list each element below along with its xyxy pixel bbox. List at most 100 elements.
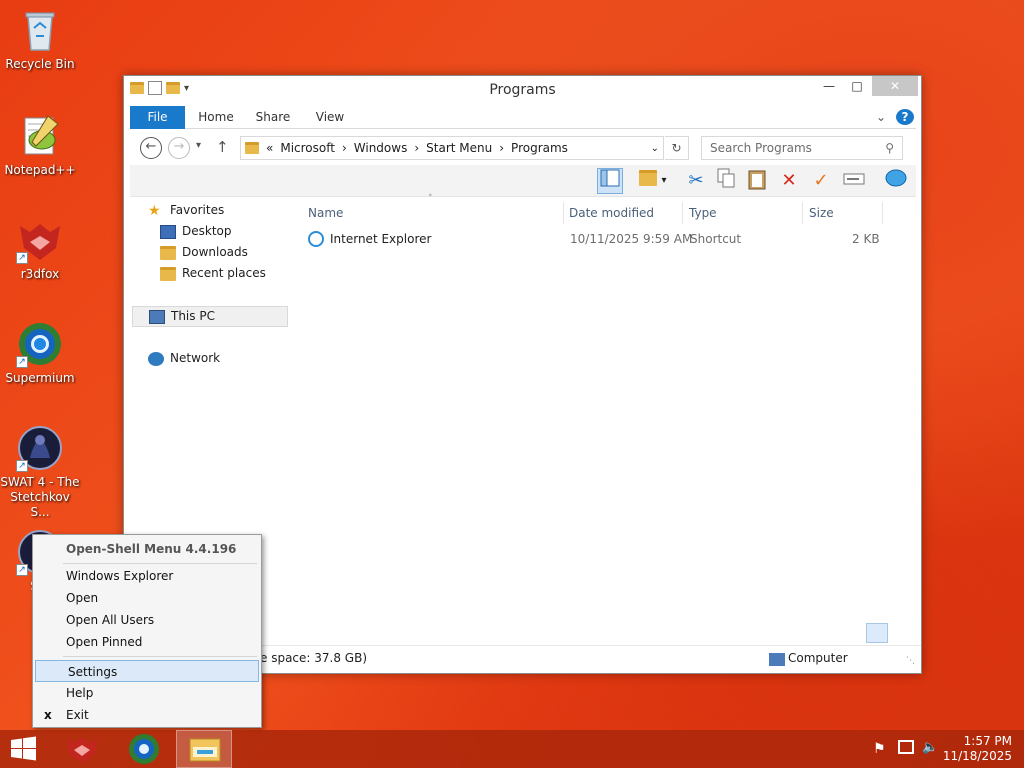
tab-file[interactable]: File bbox=[130, 106, 185, 129]
swat4-icon: ↗ bbox=[16, 424, 64, 472]
volume-muted-icon[interactable]: 🔈 bbox=[922, 740, 938, 755]
menu-item-exit[interactable]: x Exit bbox=[34, 704, 260, 726]
title-bar[interactable]: ▾ Programs — □ ✕ bbox=[124, 76, 921, 104]
address-dropdown-icon[interactable]: ⌄ bbox=[651, 143, 659, 154]
large-icons-view-button[interactable] bbox=[892, 623, 912, 643]
nav-this-pc[interactable]: This PC bbox=[132, 306, 288, 327]
column-header-size[interactable]: Size bbox=[803, 202, 883, 224]
file-name: Internet Explorer bbox=[330, 232, 432, 246]
breadcrumb-separator-icon[interactable]: › bbox=[414, 141, 419, 155]
breadcrumb-windows[interactable]: Windows bbox=[354, 141, 408, 155]
breadcrumb-start-menu[interactable]: Start Menu bbox=[426, 141, 492, 155]
classic-toolbar: ▾ ✂ ✕ ✓ bbox=[130, 165, 916, 197]
copy-icon[interactable] bbox=[713, 168, 739, 194]
tab-home[interactable]: Home bbox=[192, 106, 240, 129]
shortcut-arrow-icon: ↗ bbox=[16, 356, 28, 368]
r3dfox-icon: ↗ bbox=[16, 216, 64, 264]
breadcrumb-separator-icon[interactable]: › bbox=[499, 141, 504, 155]
file-date: 10/11/2025 9:59 AM bbox=[570, 232, 693, 246]
free-space-text: e space: 37.8 GB) bbox=[260, 651, 368, 665]
supermium-icon: ↗ bbox=[16, 320, 64, 368]
search-icon: ⚲ bbox=[885, 141, 894, 155]
breadcrumb-programs[interactable]: Programs bbox=[511, 141, 568, 155]
menu-item-open-pinned[interactable]: Open Pinned bbox=[34, 631, 260, 653]
breadcrumb-microsoft[interactable]: Microsoft bbox=[280, 141, 335, 155]
star-icon: ★ bbox=[148, 202, 161, 219]
exit-mark-icon: x bbox=[44, 708, 52, 722]
nav-recent-places[interactable]: Recent places bbox=[160, 263, 266, 284]
maximize-button[interactable]: □ bbox=[843, 76, 871, 96]
clock-date: 11/18/2025 bbox=[942, 749, 1012, 763]
search-placeholder: Search Programs bbox=[710, 141, 812, 155]
column-header-name[interactable]: Name bbox=[302, 202, 564, 224]
status-location: Computer bbox=[788, 651, 848, 665]
tab-view[interactable]: View bbox=[306, 106, 354, 129]
up-button[interactable]: ↑ bbox=[216, 138, 229, 156]
desktop-icon-recycle-bin[interactable]: Recycle Bin bbox=[0, 6, 80, 72]
internet-explorer-icon bbox=[308, 231, 324, 247]
menu-item-label: Exit bbox=[66, 708, 89, 722]
taskbar-supermium[interactable] bbox=[116, 730, 172, 768]
nav-label: This PC bbox=[171, 309, 215, 323]
back-button[interactable]: ← bbox=[140, 137, 162, 159]
paste-icon[interactable] bbox=[744, 168, 770, 194]
network-icon bbox=[148, 351, 164, 366]
recent-locations-icon[interactable]: ▾ bbox=[196, 140, 201, 151]
resize-grip-icon[interactable]: ⋱ bbox=[906, 656, 915, 666]
nav-label: Recent places bbox=[182, 266, 266, 280]
properties-check-icon[interactable]: ✓ bbox=[808, 168, 834, 194]
menu-separator bbox=[63, 563, 257, 564]
nav-downloads[interactable]: Downloads bbox=[160, 242, 248, 263]
minimize-button[interactable]: — bbox=[815, 76, 843, 96]
desktop-icon-r3dfox[interactable]: ↗ r3dfox bbox=[0, 216, 80, 282]
desktop-icon-label: Recycle Bin bbox=[5, 57, 75, 71]
network-tray-icon[interactable] bbox=[898, 740, 914, 754]
file-row[interactable]: Internet Explorer 10/11/2025 9:59 AM Sho… bbox=[302, 228, 912, 250]
desktop-icon-swat4[interactable]: ↗ SWAT 4 - The Stetchkov S... bbox=[0, 424, 80, 520]
details-view-button[interactable] bbox=[866, 623, 888, 643]
recent-places-icon bbox=[160, 266, 176, 281]
help-icon[interactable]: ? bbox=[896, 109, 914, 125]
tab-share[interactable]: Share bbox=[249, 106, 297, 129]
refresh-button[interactable]: ↻ bbox=[665, 136, 689, 160]
notepad-plus-plus-icon bbox=[16, 112, 64, 160]
menu-item-windows-explorer[interactable]: Windows Explorer bbox=[34, 565, 260, 587]
breadcrumb-separator-icon[interactable]: › bbox=[342, 141, 347, 155]
nav-label: Desktop bbox=[182, 224, 232, 238]
computer-icon bbox=[149, 309, 165, 324]
downloads-folder-icon bbox=[160, 245, 176, 260]
taskbar-r3dfox[interactable] bbox=[54, 730, 110, 768]
nav-label: Downloads bbox=[182, 245, 248, 259]
rename-icon[interactable] bbox=[841, 168, 867, 194]
column-header-date[interactable]: Date modified bbox=[563, 202, 683, 224]
delete-icon[interactable]: ✕ bbox=[776, 168, 802, 194]
column-header-type[interactable]: Type bbox=[683, 202, 803, 224]
forward-button[interactable]: → bbox=[168, 137, 190, 159]
search-input[interactable]: Search Programs ⚲ bbox=[701, 136, 903, 160]
address-overflow[interactable]: « bbox=[266, 141, 273, 155]
address-bar[interactable]: « Microsoft › Windows › Start Menu › Pro… bbox=[240, 136, 664, 160]
window-title: Programs bbox=[489, 82, 556, 98]
desktop-icon-notepad-plus-plus[interactable]: Notepad++ bbox=[0, 112, 80, 178]
expand-ribbon-icon[interactable]: ⌄ bbox=[872, 106, 890, 129]
context-menu-header: Open-Shell Menu 4.4.196 bbox=[66, 542, 237, 556]
nav-network[interactable]: Network bbox=[148, 348, 220, 369]
chevron-down-icon[interactable]: ▾ bbox=[658, 168, 670, 194]
menu-item-open[interactable]: Open bbox=[34, 587, 260, 609]
nav-desktop[interactable]: Desktop bbox=[160, 221, 232, 242]
close-button[interactable]: ✕ bbox=[872, 76, 918, 96]
taskbar-file-explorer[interactable] bbox=[176, 730, 232, 768]
cut-icon[interactable]: ✂ bbox=[683, 168, 709, 194]
clock[interactable]: 1:57 PM 11/18/2025 bbox=[943, 734, 1012, 764]
nav-favorites[interactable]: ★ Favorites bbox=[148, 200, 224, 221]
start-button[interactable] bbox=[0, 730, 56, 768]
menu-item-help[interactable]: Help bbox=[34, 682, 260, 704]
menu-item-open-all-users[interactable]: Open All Users bbox=[34, 609, 260, 631]
menu-item-settings[interactable]: Settings bbox=[35, 660, 259, 682]
navigation-pane-icon[interactable] bbox=[597, 168, 623, 194]
action-center-flag-icon[interactable]: ⚑ bbox=[873, 741, 886, 757]
desktop-icon-supermium[interactable]: ↗ Supermium bbox=[0, 320, 80, 386]
recycle-bin-icon bbox=[16, 6, 64, 54]
shortcut-arrow-icon: ↗ bbox=[16, 252, 28, 264]
open-shell-settings-icon[interactable] bbox=[883, 168, 909, 194]
